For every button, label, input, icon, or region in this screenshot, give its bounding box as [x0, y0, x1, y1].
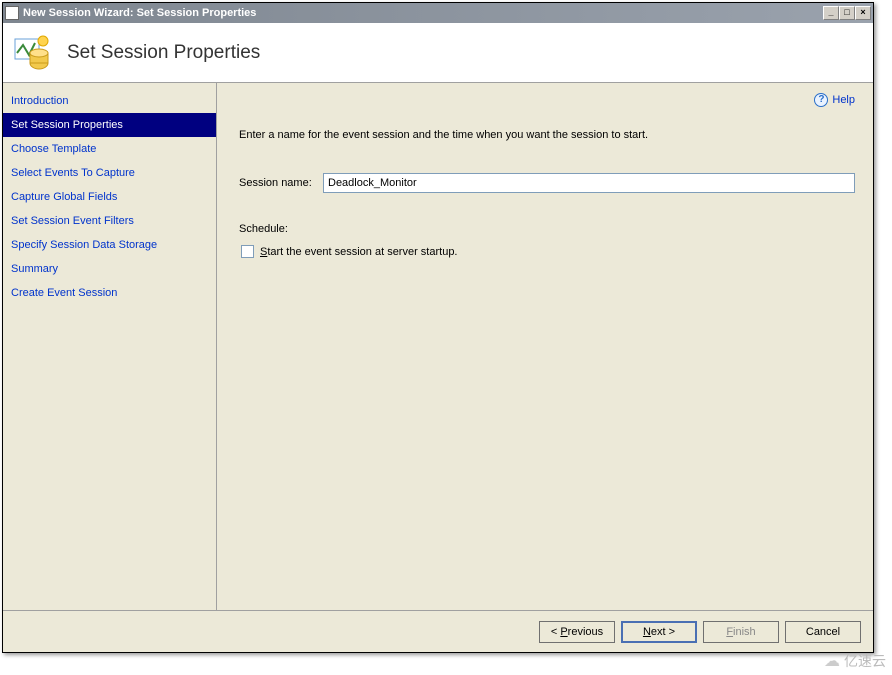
- minimize-button[interactable]: _: [823, 6, 839, 20]
- sidebar-item-capture-global-fields[interactable]: Capture Global Fields: [3, 185, 216, 209]
- sidebar-item-label: Set Session Properties: [11, 119, 123, 131]
- sidebar-item-label: Introduction: [11, 95, 68, 107]
- sidebar-item-label: Choose Template: [11, 143, 96, 155]
- sidebar-item-label: Create Event Session: [11, 287, 117, 299]
- session-name-input[interactable]: [323, 173, 855, 193]
- sidebar-item-select-events[interactable]: Select Events To Capture: [3, 161, 216, 185]
- sidebar-item-label: Select Events To Capture: [11, 167, 135, 179]
- cloud-icon: ☁: [824, 651, 840, 671]
- help-link[interactable]: ? Help: [814, 93, 855, 107]
- page-title: Set Session Properties: [67, 42, 260, 64]
- sidebar-item-set-session-properties[interactable]: Set Session Properties: [3, 113, 216, 137]
- startup-checkbox[interactable]: [241, 245, 254, 258]
- startup-checkbox-row: Start the event session at server startu…: [239, 245, 855, 258]
- schedule-label: Schedule:: [239, 223, 855, 235]
- sidebar-item-set-event-filters[interactable]: Set Session Event Filters: [3, 209, 216, 233]
- sidebar-item-label: Summary: [11, 263, 58, 275]
- sidebar-item-label: Specify Session Data Storage: [11, 239, 157, 251]
- session-name-row: Session name:: [239, 173, 855, 193]
- instruction-text: Enter a name for the event session and t…: [239, 129, 855, 141]
- next-button[interactable]: Next >: [621, 621, 697, 643]
- window-title: New Session Wizard: Set Session Properti…: [23, 7, 823, 19]
- previous-button[interactable]: < Previous: [539, 621, 615, 643]
- main-panel: ? Help Enter a name for the event sessio…: [217, 83, 873, 610]
- sidebar-item-summary[interactable]: Summary: [3, 257, 216, 281]
- startup-checkbox-label[interactable]: Start the event session at server startu…: [260, 246, 458, 258]
- finish-button: Finish: [703, 621, 779, 643]
- help-icon: ?: [814, 93, 828, 107]
- sidebar: Introduction Set Session Properties Choo…: [3, 83, 217, 610]
- cancel-button[interactable]: Cancel: [785, 621, 861, 643]
- watermark: ☁ 亿速云: [824, 651, 886, 671]
- body-area: Introduction Set Session Properties Choo…: [3, 83, 873, 610]
- session-name-label: Session name:: [239, 177, 323, 189]
- app-icon: [5, 6, 19, 20]
- maximize-button[interactable]: □: [839, 6, 855, 20]
- footer: < Previous Next > Finish Cancel: [3, 610, 873, 652]
- header-band: Set Session Properties: [3, 23, 873, 83]
- sidebar-item-introduction[interactable]: Introduction: [3, 89, 216, 113]
- watermark-text: 亿速云: [844, 651, 886, 671]
- wizard-icon: [13, 33, 53, 73]
- sidebar-item-label: Set Session Event Filters: [11, 215, 134, 227]
- help-label: Help: [832, 94, 855, 106]
- sidebar-item-label: Capture Global Fields: [11, 191, 117, 203]
- sidebar-item-create-event-session[interactable]: Create Event Session: [3, 281, 216, 305]
- sidebar-item-data-storage[interactable]: Specify Session Data Storage: [3, 233, 216, 257]
- titlebar: New Session Wizard: Set Session Properti…: [3, 3, 873, 23]
- wizard-window: New Session Wizard: Set Session Properti…: [2, 2, 874, 653]
- close-button[interactable]: ×: [855, 6, 871, 20]
- window-controls: _ □ ×: [823, 6, 871, 20]
- sidebar-item-choose-template[interactable]: Choose Template: [3, 137, 216, 161]
